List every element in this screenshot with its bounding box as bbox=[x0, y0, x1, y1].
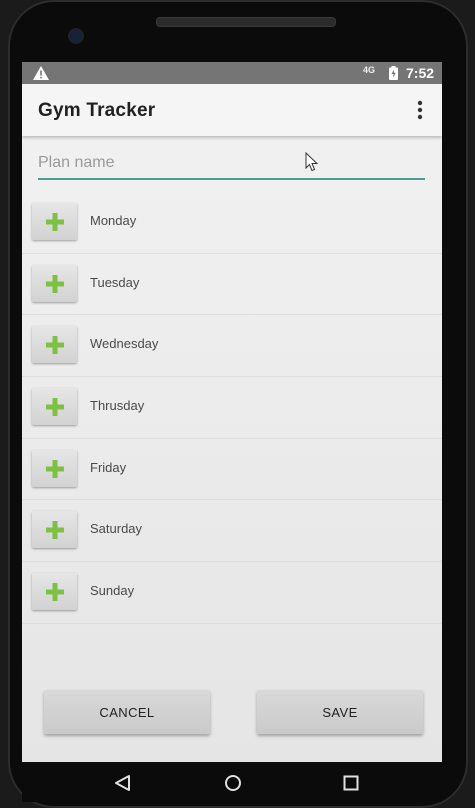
home-icon[interactable] bbox=[224, 774, 242, 792]
day-list: Monday Tuesday Wednesday Thrusday Friday… bbox=[22, 192, 442, 624]
overflow-menu-icon[interactable] bbox=[410, 99, 430, 121]
add-exercise-button-saturday[interactable] bbox=[32, 511, 77, 549]
day-row-monday: Monday bbox=[22, 192, 442, 254]
warning-icon bbox=[33, 66, 49, 80]
plus-icon bbox=[46, 459, 64, 478]
day-row-wednesday: Wednesday bbox=[22, 315, 442, 378]
day-label: Wednesday bbox=[90, 336, 159, 352]
day-row-friday: Friday bbox=[22, 439, 442, 501]
add-exercise-button-sunday[interactable] bbox=[32, 573, 77, 611]
day-label: Friday bbox=[90, 459, 127, 475]
day-row-saturday: Saturday bbox=[22, 500, 442, 563]
app-title: Gym Tracker bbox=[38, 100, 156, 121]
add-exercise-button-tuesday[interactable] bbox=[32, 264, 77, 302]
day-row-sunday: Sunday bbox=[22, 562, 442, 624]
front-camera bbox=[70, 30, 82, 42]
battery-icon bbox=[389, 66, 398, 80]
app-bar: Gym Tracker bbox=[22, 84, 442, 136]
plus-icon bbox=[46, 521, 64, 540]
add-exercise-button-friday[interactable] bbox=[32, 449, 77, 487]
status-clock: 7:52 bbox=[406, 65, 435, 81]
plus-icon bbox=[46, 274, 64, 293]
day-label: Saturday bbox=[90, 521, 143, 537]
plus-icon bbox=[46, 583, 64, 602]
back-icon[interactable] bbox=[114, 774, 132, 792]
plan-name-input[interactable] bbox=[38, 148, 425, 180]
plus-icon bbox=[46, 336, 64, 355]
save-button[interactable]: SAVE bbox=[257, 690, 423, 734]
navigation-bar bbox=[22, 762, 442, 802]
day-label: Tuesday bbox=[90, 274, 140, 290]
plus-icon bbox=[46, 398, 64, 417]
day-label: Thrusday bbox=[90, 398, 145, 414]
day-row-tuesday: Tuesday bbox=[22, 254, 442, 316]
app-screen: 4G 7:52 Gym Tracker Monday bbox=[22, 62, 442, 762]
mouse-pointer-icon bbox=[305, 152, 319, 172]
add-exercise-button-wednesday[interactable] bbox=[32, 326, 77, 364]
day-label: Monday bbox=[90, 213, 137, 228]
network-indicator: 4G bbox=[363, 65, 376, 75]
add-exercise-button-thursday[interactable] bbox=[32, 388, 77, 426]
status-bar: 4G 7:52 bbox=[22, 62, 442, 84]
recent-apps-icon[interactable] bbox=[343, 775, 359, 791]
plus-icon bbox=[46, 213, 64, 231]
cancel-button[interactable]: CANCEL bbox=[44, 690, 210, 734]
day-row-thursday: Thrusday bbox=[22, 377, 442, 439]
earpiece-speaker bbox=[156, 17, 336, 27]
add-exercise-button-monday[interactable] bbox=[32, 203, 77, 240]
day-label: Sunday bbox=[90, 583, 135, 599]
